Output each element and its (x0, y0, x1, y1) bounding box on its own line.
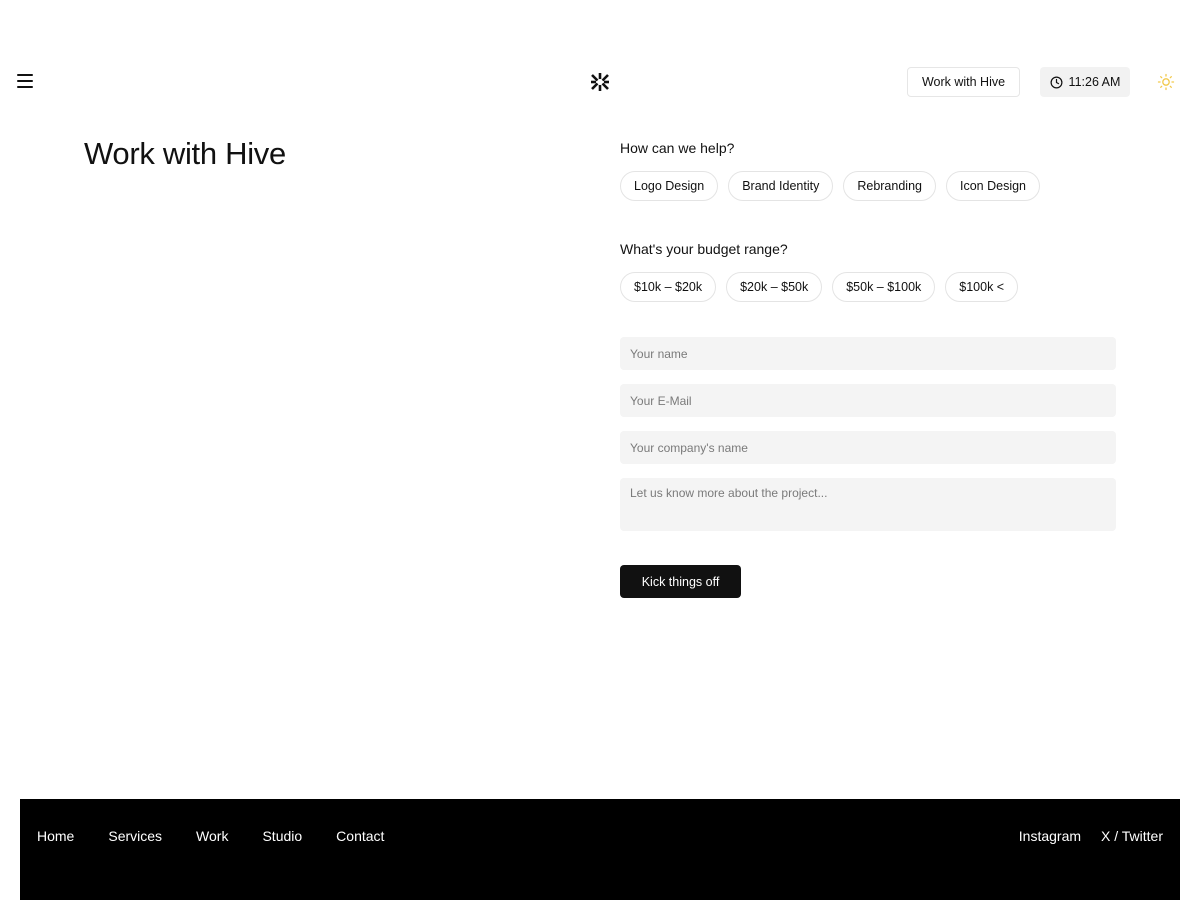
footer-social: Instagram X / Twitter (1019, 828, 1163, 844)
budget-chips: $10k – $20k $20k – $50k $50k – $100k $10… (620, 272, 1120, 302)
footer-link-x-twitter[interactable]: X / Twitter (1101, 828, 1163, 844)
work-with-hive-button[interactable]: Work with Hive (907, 67, 1020, 97)
chip-brand-identity[interactable]: Brand Identity (728, 171, 834, 201)
footer-link-services[interactable]: Services (108, 828, 162, 844)
sun-icon[interactable] (1157, 73, 1175, 91)
email-input[interactable] (620, 384, 1116, 417)
project-textarea[interactable] (620, 478, 1116, 531)
chip-budget-50k-100k[interactable]: $50k – $100k (832, 272, 936, 302)
menu-icon[interactable] (14, 71, 36, 91)
chip-budget-100k-plus[interactable]: $100k < (945, 272, 1019, 302)
time-display: 11:26 AM (1040, 67, 1130, 97)
chip-budget-10k-20k[interactable]: $10k – $20k (620, 272, 717, 302)
contact-form: How can we help? Logo Design Brand Ident… (620, 139, 1120, 598)
service-chips: Logo Design Brand Identity Rebranding Ic… (620, 171, 1120, 201)
footer-link-contact[interactable]: Contact (336, 828, 384, 844)
page: Work with Hive 11:26 AM Work with Hive H… (0, 0, 1200, 900)
hive-logo-icon[interactable] (588, 70, 612, 94)
page-title: Work with Hive (84, 136, 286, 171)
chip-budget-20k-50k[interactable]: $20k – $50k (726, 272, 823, 302)
help-question-label: How can we help? (620, 140, 735, 156)
time-text: 11:26 AM (1068, 75, 1121, 89)
company-input[interactable] (620, 431, 1116, 464)
clock-icon (1050, 76, 1063, 88)
name-input[interactable] (620, 337, 1116, 370)
footer-link-work[interactable]: Work (196, 828, 228, 844)
footer-link-studio[interactable]: Studio (262, 828, 302, 844)
footer-nav: Home Services Work Studio Contact (37, 828, 418, 844)
footer: Home Services Work Studio Contact Instag… (20, 799, 1180, 900)
footer-link-home[interactable]: Home (37, 828, 74, 844)
chip-icon-design[interactable]: Icon Design (945, 171, 1040, 201)
chip-logo-design[interactable]: Logo Design (620, 171, 719, 201)
submit-button[interactable]: Kick things off (620, 565, 741, 598)
budget-question-label: What's your budget range? (620, 241, 788, 257)
footer-link-instagram[interactable]: Instagram (1019, 828, 1081, 844)
chip-rebranding[interactable]: Rebranding (843, 171, 936, 201)
